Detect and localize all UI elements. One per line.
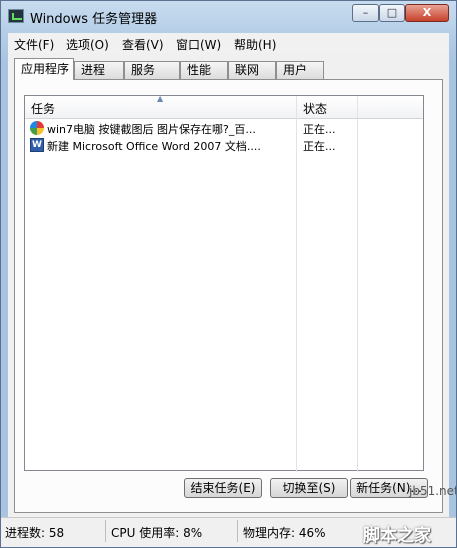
end-task-button[interactable]: 结束任务(E) <box>184 478 262 498</box>
tab-performance[interactable]: 性能 <box>180 61 228 79</box>
task-manager-window: Windows 任务管理器 – □ X 文件(F) 选项(O) 查看(V) 窗口… <box>0 0 457 548</box>
tab-users[interactable]: 用户 <box>276 61 324 79</box>
task-row[interactable]: W 新建 Microsoft Office Word 2007 文档.... 正… <box>25 137 423 154</box>
menu-view[interactable]: 查看(V) <box>122 36 164 53</box>
menu-help[interactable]: 帮助(H) <box>234 36 276 53</box>
minimize-button[interactable]: – <box>352 4 379 22</box>
status-divider <box>237 520 238 542</box>
task-name: 新建 Microsoft Office Word 2007 文档.... <box>47 140 261 153</box>
menu-options[interactable]: 选项(O) <box>66 36 109 53</box>
tab-processes[interactable]: 进程 <box>74 61 124 79</box>
menu-file[interactable]: 文件(F) <box>14 36 54 53</box>
main-content: 应用程序 进程 服务 性能 联网 用户 ▲ 任务 状态 win7电脑 按键截图后… <box>8 53 449 517</box>
pinwheel-icon <box>30 121 44 135</box>
tab-services[interactable]: 服务 <box>124 61 180 79</box>
switch-to-button[interactable]: 切换至(S) <box>270 478 348 498</box>
word-document-icon: W <box>30 138 44 152</box>
task-row[interactable]: win7电脑 按键截图后 图片保存在哪?_百... 正在... <box>25 120 423 137</box>
close-button[interactable]: X <box>405 4 449 22</box>
status-divider <box>105 520 106 542</box>
menu-bar: 文件(F) 选项(O) 查看(V) 窗口(W) 帮助(H) <box>8 33 449 53</box>
task-manager-icon <box>8 9 24 23</box>
list-header: ▲ 任务 状态 <box>25 94 423 119</box>
watermark-url: jb51.net <box>409 484 457 498</box>
process-count: 进程数: 58 <box>5 526 65 540</box>
menu-window[interactable]: 窗口(W) <box>176 36 221 53</box>
title-bar[interactable]: Windows 任务管理器 – □ X <box>1 1 456 31</box>
task-list[interactable]: ▲ 任务 状态 win7电脑 按键截图后 图片保存在哪?_百... 正在... … <box>24 94 424 472</box>
task-status: 正在... <box>303 123 336 136</box>
task-status: 正在... <box>303 140 336 153</box>
watermark-text: 脚本之家 <box>363 526 431 546</box>
sort-arrow-icon: ▲ <box>157 94 164 103</box>
memory-usage: 物理内存: 46% <box>243 526 326 540</box>
maximize-button[interactable]: □ <box>379 4 405 22</box>
column-task[interactable]: 任务 <box>31 100 55 117</box>
tab-applications[interactable]: 应用程序 <box>14 58 74 80</box>
column-status[interactable]: 状态 <box>303 100 327 117</box>
window-title: Windows 任务管理器 <box>30 12 158 27</box>
task-name: win7电脑 按键截图后 图片保存在哪?_百... <box>47 123 256 136</box>
cpu-usage: CPU 使用率: 8% <box>111 526 203 540</box>
tab-networking[interactable]: 联网 <box>228 61 276 79</box>
